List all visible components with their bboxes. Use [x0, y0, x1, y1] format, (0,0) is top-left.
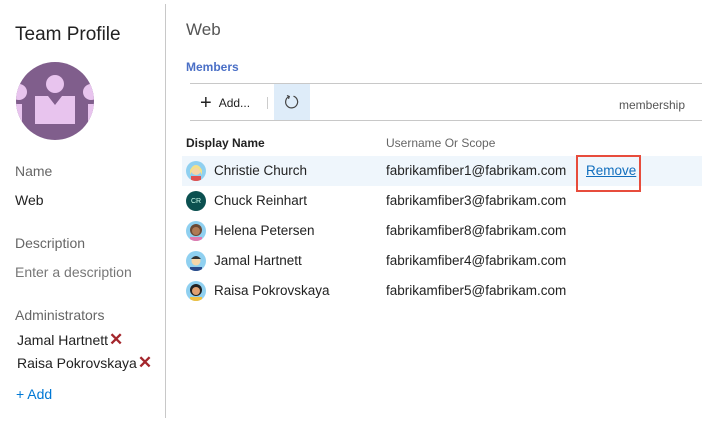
avatar [186, 281, 206, 301]
add-label: Add... [219, 96, 250, 110]
member-name: Helena Petersen [214, 223, 315, 238]
avatar [186, 221, 206, 241]
member-email: fabrikamfiber8@fabrikam.com [386, 223, 566, 238]
remove-member-link[interactable]: Remove [586, 163, 636, 178]
remove-admin-icon[interactable]: ✕ [109, 330, 123, 349]
member-name: Christie Church [214, 163, 307, 178]
avatar [186, 251, 206, 271]
admin-item: Jamal Hartnett✕ [17, 330, 123, 350]
avatar: CR [186, 191, 206, 211]
administrators-label: Administrators [15, 307, 104, 323]
add-member-button[interactable]: + Add... [200, 91, 250, 115]
name-value[interactable]: Web [15, 192, 44, 208]
toolbar-top-border [190, 83, 702, 84]
sidebar-title: Team Profile [15, 24, 121, 46]
avatar [186, 161, 206, 181]
add-admin-link[interactable]: + Add [16, 386, 52, 402]
sidebar-divider [165, 4, 166, 418]
member-email: fabrikamfiber1@fabrikam.com [386, 163, 566, 178]
table-row[interactable]: Christie Church fabrikamfiber1@fabrikam.… [182, 156, 702, 186]
remove-admin-icon[interactable]: ✕ [138, 353, 152, 372]
member-email: fabrikamfiber5@fabrikam.com [386, 283, 566, 298]
table-row[interactable]: Raisa Pokrovskaya fabrikamfiber5@fabrika… [182, 276, 702, 306]
description-label: Description [15, 235, 85, 251]
table-row[interactable]: Helena Petersen fabrikamfiber8@fabrikam.… [182, 216, 702, 246]
table-row[interactable]: Jamal Hartnett fabrikamfiber4@fabrikam.c… [182, 246, 702, 276]
description-input[interactable]: Enter a description [15, 264, 132, 280]
name-label: Name [15, 163, 52, 179]
admin-item: Raisa Pokrovskaya✕ [17, 353, 152, 373]
toolbar-bottom-border [190, 120, 702, 121]
membership-filter[interactable]: membership [619, 98, 685, 112]
member-name: Jamal Hartnett [214, 253, 302, 268]
refresh-icon [284, 94, 300, 110]
admin-name: Jamal Hartnett [17, 332, 108, 348]
member-email: fabrikamfiber3@fabrikam.com [386, 193, 566, 208]
page-title: Web [186, 20, 221, 40]
member-name: Raisa Pokrovskaya [214, 283, 330, 298]
table-row[interactable]: CR Chuck Reinhart fabrikamfiber3@fabrika… [182, 186, 702, 216]
column-header-username[interactable]: Username Or Scope [386, 136, 495, 150]
team-avatar [16, 62, 94, 140]
refresh-button[interactable] [274, 84, 310, 120]
member-email: fabrikamfiber4@fabrikam.com [386, 253, 566, 268]
column-header-display-name[interactable]: Display Name [186, 136, 265, 150]
toolbar-separator [267, 97, 268, 109]
admin-name: Raisa Pokrovskaya [17, 355, 137, 371]
member-name: Chuck Reinhart [214, 193, 307, 208]
plus-icon: + [200, 92, 212, 115]
members-section-title: Members [186, 60, 239, 74]
